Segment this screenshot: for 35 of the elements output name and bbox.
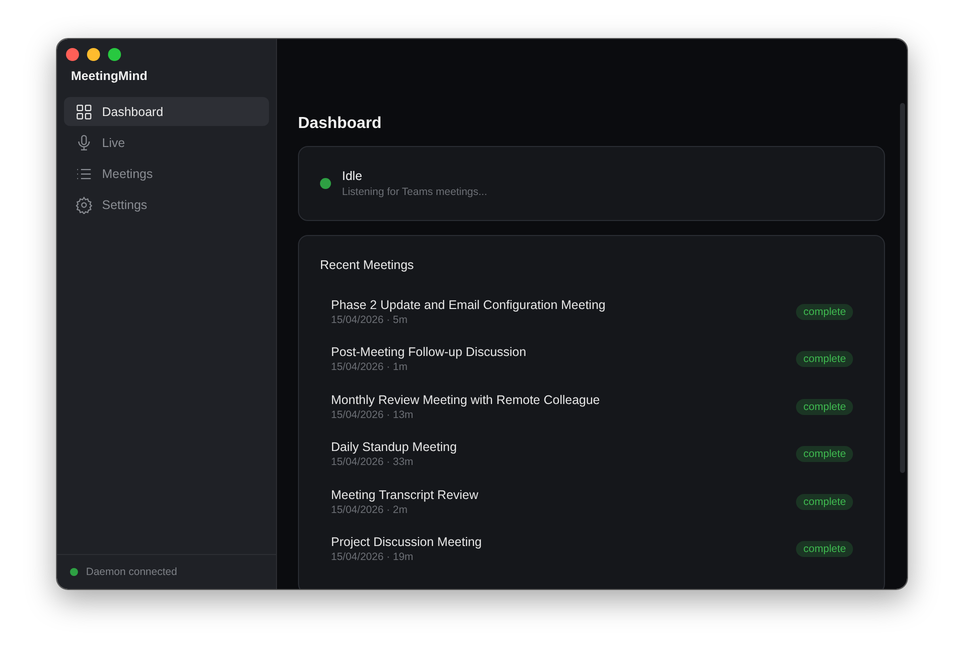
minimize-window-button[interactable] bbox=[87, 48, 100, 61]
sidebar-item[interactable]: Meetings bbox=[64, 159, 269, 188]
meeting-meta: 15/04/2026 · 13m bbox=[331, 408, 414, 421]
sidebar-item[interactable]: Live bbox=[64, 128, 269, 157]
meeting-title[interactable]: Phase 2 Update and Email Configuration Meeting bbox=[331, 298, 606, 312]
meeting-meta: 15/04/2026 · 2m bbox=[331, 504, 408, 516]
meeting-title[interactable]: Project Discussion Meeting bbox=[331, 535, 482, 550]
status-badge: complete bbox=[796, 304, 853, 320]
connection-status-text: Daemon connected bbox=[86, 566, 178, 578]
page-title: Dashboard bbox=[298, 115, 383, 133]
status-badge: complete bbox=[796, 398, 853, 415]
app-title: MeetingMind bbox=[70, 68, 148, 85]
meeting-meta: 15/04/2026 · 5m bbox=[331, 314, 408, 326]
meeting-title[interactable]: Meeting Transcript Review bbox=[331, 488, 478, 502]
meeting-meta: 15/04/2026 · 1m bbox=[331, 361, 408, 374]
status-badge: complete bbox=[796, 541, 853, 558]
close-window-button[interactable] bbox=[66, 48, 79, 61]
sidebar-item[interactable]: Settings bbox=[64, 190, 269, 219]
scrollbar[interactable] bbox=[900, 103, 905, 473]
grid-icon bbox=[75, 102, 93, 120]
status-subtitle: Listening for Teams meetings... bbox=[342, 186, 488, 198]
meeting-meta: 15/04/2026 · 19m bbox=[331, 551, 414, 564]
zoom-window-button[interactable] bbox=[108, 48, 121, 61]
status-badge: complete bbox=[796, 446, 853, 462]
status-badge: complete bbox=[796, 494, 853, 510]
status-badge: complete bbox=[796, 351, 853, 368]
gear-icon bbox=[75, 196, 93, 214]
status-title: Idle bbox=[342, 169, 364, 183]
meeting-meta: 15/04/2026 · 33m bbox=[331, 456, 414, 468]
meeting-title[interactable]: Daily Standup Meeting bbox=[331, 440, 457, 454]
section-title: Recent Meetings bbox=[320, 258, 415, 272]
sidebar-item[interactable]: Dashboard bbox=[64, 97, 269, 126]
microphone-icon bbox=[75, 134, 93, 152]
meeting-title[interactable]: Post-Meeting Follow-up Discussion bbox=[331, 345, 526, 360]
meeting-title[interactable]: Monthly Review Meeting with Remote Colleague bbox=[331, 392, 600, 407]
